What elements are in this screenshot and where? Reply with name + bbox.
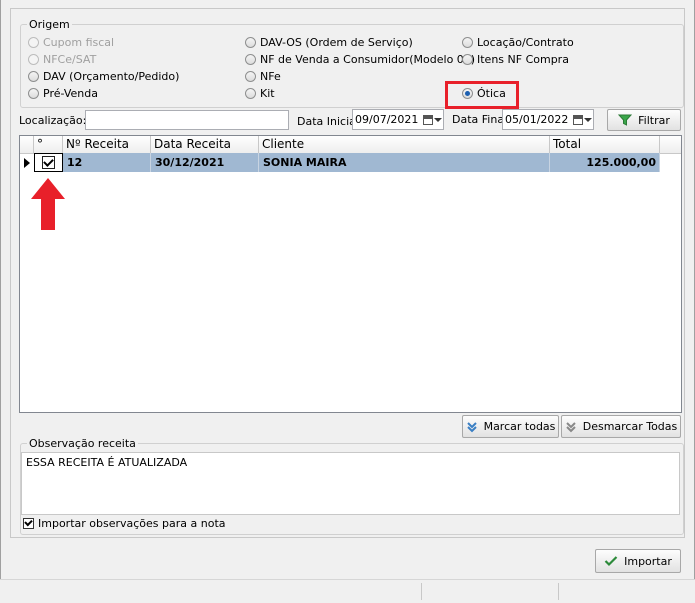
chevron-down-icon: [583, 117, 592, 122]
observacao-legend: Observação receita: [29, 437, 136, 450]
receitas-grid[interactable]: ° Nº Receita Data Receita Cliente Total …: [19, 135, 682, 413]
data-inicial-picker[interactable]: 09/07/2021: [352, 109, 444, 130]
origem-legend: Origem: [29, 18, 70, 31]
radio-dav-os[interactable]: DAV-OS (Ordem de Serviço): [245, 36, 413, 49]
grid-header: ° Nº Receita Data Receita Cliente Total: [20, 136, 681, 154]
observacao-textarea[interactable]: ESSA RECEITA É ATUALIZADA: [21, 452, 680, 515]
radio-circle-icon: [462, 37, 473, 48]
data-final-label: Data Final: [452, 113, 508, 126]
radio-itens-nf-compra[interactable]: Itens NF Compra: [462, 53, 569, 66]
radio-dav-orcamento[interactable]: DAV (Orçamento/Pedido): [28, 70, 179, 83]
col-header-receita[interactable]: Nº Receita: [63, 136, 151, 153]
red-arrow-up-icon: [31, 178, 65, 230]
radio-nfe[interactable]: NFe: [245, 70, 281, 83]
radio-circle-icon: [28, 37, 39, 48]
radio-circle-icon: [28, 71, 39, 82]
cell-data: 30/12/2021: [151, 153, 259, 172]
col-header-check[interactable]: °: [34, 136, 63, 153]
radio-kit[interactable]: Kit: [245, 87, 275, 100]
calendar-icon: [572, 114, 583, 125]
radio-nfce-sat[interactable]: NFCe/SAT: [28, 53, 96, 66]
importar-button[interactable]: Importar: [595, 549, 681, 573]
data-inicial-dropdown[interactable]: [421, 110, 443, 129]
marcar-todas-button[interactable]: Marcar todas: [462, 415, 559, 438]
checkbox-checked-icon: [23, 517, 34, 529]
row-checkbox[interactable]: [42, 155, 55, 169]
cell-total: 125.000,00: [550, 153, 660, 172]
status-bar: [0, 579, 695, 603]
col-header-cliente[interactable]: Cliente: [259, 136, 550, 153]
status-separator: [558, 583, 559, 600]
localizacao-input[interactable]: [85, 110, 289, 130]
row-pointer-icon: [24, 157, 30, 168]
window-left-border: [0, 0, 1, 602]
row-indicator-cell: [20, 153, 34, 172]
checkmark-icon: [24, 517, 33, 527]
data-final-picker[interactable]: 05/01/2022: [502, 109, 594, 130]
calendar-icon: [422, 114, 433, 125]
localizacao-label: Localização:: [19, 114, 87, 127]
status-separator: [421, 583, 422, 600]
radio-circle-icon: [28, 88, 39, 99]
cell-receita: 12: [63, 153, 151, 172]
data-inicial-value: 09/07/2021: [355, 113, 419, 126]
indicator-header: [20, 136, 34, 153]
data-inicial-label: Data Inicial: [297, 115, 359, 128]
importar-observacoes-checkbox[interactable]: Importar observações para a nota: [23, 517, 226, 530]
chevron-down-icon: [433, 117, 442, 122]
col-header-total[interactable]: Total: [550, 136, 660, 153]
data-final-value: 05/01/2022: [505, 113, 569, 126]
radio-circle-icon: [245, 54, 256, 65]
otica-highlight-box: [445, 81, 519, 109]
radio-circle-icon: [245, 88, 256, 99]
filter-icon: [618, 114, 633, 126]
table-row[interactable]: 12 30/12/2021 SONIA MAIRA 125.000,00: [20, 153, 681, 172]
filtrar-button[interactable]: Filtrar: [607, 109, 681, 131]
radio-circle-icon: [245, 37, 256, 48]
double-chevron-down-icon: [466, 421, 477, 432]
radio-nf-venda-consumidor[interactable]: NF de Venda a Consumidor(Modelo 02): [245, 53, 475, 66]
cell-cliente: SONIA MAIRA: [259, 153, 550, 172]
double-chevron-down-icon: [566, 421, 576, 432]
radio-pre-venda[interactable]: Pré-Venda: [28, 87, 98, 100]
col-header-data[interactable]: Data Receita: [151, 136, 259, 153]
radio-circle-icon: [245, 71, 256, 82]
checkmark-icon: [43, 155, 54, 167]
data-final-dropdown[interactable]: [571, 110, 593, 129]
radio-circle-icon: [462, 54, 473, 65]
radio-circle-icon: [28, 54, 39, 65]
radio-cupom-fiscal[interactable]: Cupom fiscal: [28, 36, 114, 49]
check-icon: [604, 556, 618, 567]
radio-locacao-contrato[interactable]: Locação/Contrato: [462, 36, 574, 49]
desmarcar-todas-button[interactable]: Desmarcar Todas: [561, 415, 681, 438]
row-check-cell[interactable]: [34, 153, 63, 172]
